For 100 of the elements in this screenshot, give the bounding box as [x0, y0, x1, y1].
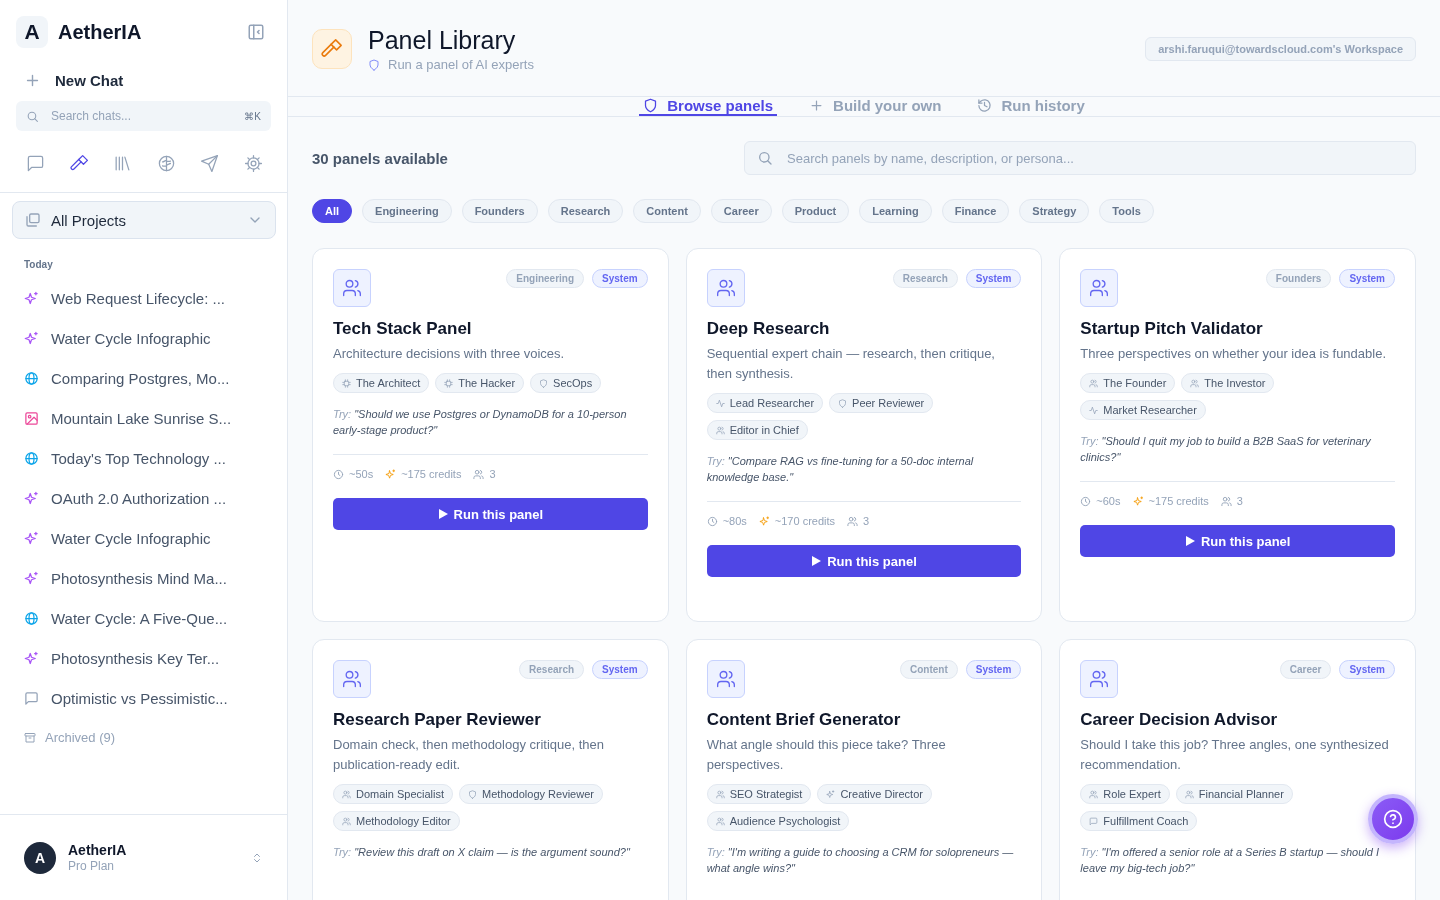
panel-description: Sequential expert chain — research, then critique, then synthesis.: [706, 345, 996, 383]
duration-label: ~60s: [1096, 495, 1121, 507]
shield-icon: [539, 378, 549, 388]
chat-item[interactable]: Comparing Postgres, Mo...: [0, 358, 287, 398]
avatar: A: [24, 841, 56, 874]
chat-item[interactable]: Water Cycle Infographic: [0, 518, 287, 558]
globe-icon: [24, 370, 39, 386]
search-icon: [757, 150, 773, 166]
run-panel-button[interactable]: Run this panel: [706, 545, 1022, 577]
chat-item[interactable]: Mountain Lake Sunrise S...: [0, 398, 287, 438]
credits-label: ~175 credits: [1148, 495, 1209, 507]
panel-description: Three perspectives on whether your idea is fundable.: [1080, 345, 1387, 363]
nav-icon-button[interactable]: [200, 153, 220, 173]
paper-plane-icon: [200, 153, 220, 173]
page-subtitle: Run a panel of AI experts: [388, 57, 534, 72]
users-icon: [706, 660, 745, 698]
sidebar-toggle-button[interactable]: [247, 23, 265, 41]
chat-item[interactable]: Optimistic vs Pessimistic...: [0, 678, 287, 718]
filter-chip[interactable]: Tools: [1099, 199, 1154, 223]
system-tag: System: [965, 660, 1022, 679]
users-icon: [715, 816, 725, 826]
persona-name: The Founder: [1103, 377, 1167, 389]
project-selector[interactable]: All Projects: [12, 201, 276, 239]
run-panel-button[interactable]: Run this panel: [1080, 525, 1395, 557]
category-tag: Career: [1279, 660, 1332, 679]
users-icon: [847, 515, 859, 527]
panel-title: Research Paper Reviewer: [333, 710, 542, 730]
persona-name: Creative Director: [840, 788, 923, 800]
persona-name: The Architect: [356, 377, 421, 389]
example-prompt: Try: "Should I quit my job to build a B2B SaaS for veterinary clinics?": [1080, 434, 1372, 465]
plus-icon: [24, 72, 41, 89]
image-icon: [24, 410, 39, 426]
sparkle-icon: [24, 490, 39, 506]
chat-item[interactable]: Photosynthesis Key Ter...: [0, 638, 287, 678]
new-chat-button[interactable]: New Chat: [24, 72, 271, 89]
run-panel-button[interactable]: Run this panel: [333, 498, 648, 530]
filter-chip[interactable]: Strategy: [1019, 199, 1090, 223]
member-count: 3: [863, 515, 870, 527]
persona-name: Audience Psychologist: [729, 815, 841, 827]
chat-item[interactable]: Today's Top Technology ...: [0, 438, 287, 478]
persona-name: The Hacker: [458, 377, 516, 389]
filter-chip[interactable]: Product: [781, 199, 850, 223]
system-tag: System: [1339, 660, 1395, 679]
system-tag: System: [592, 660, 648, 679]
chat-item[interactable]: Web Request Lifecycle: ...: [0, 278, 287, 318]
chat-item[interactable]: Water Cycle: A Five-Que...: [0, 598, 287, 638]
shield-icon: [368, 58, 380, 71]
users-icon: [1089, 789, 1099, 799]
users-icon: [333, 269, 371, 307]
hammer-icon: [69, 153, 89, 173]
persona-name: Market Researcher: [1103, 404, 1197, 416]
filter-chip[interactable]: Research: [547, 199, 624, 223]
tab[interactable]: Browse panels: [639, 97, 778, 116]
category-tag: Content: [899, 660, 958, 679]
search-input[interactable]: Search chats...: [49, 101, 235, 131]
nav-icon-button[interactable]: [156, 153, 176, 173]
users-icon: [1184, 789, 1194, 799]
shortcut-hint: ⌘K: [244, 110, 261, 122]
users-icon: [333, 660, 371, 698]
panel-count: 30 panels available: [312, 149, 448, 167]
persona-name: SecOps: [553, 377, 593, 389]
credits-label: ~170 credits: [774, 515, 836, 527]
users-icon: [706, 269, 745, 307]
search-icon: [26, 109, 39, 123]
users-icon: [1080, 269, 1119, 307]
section-label: Today: [24, 259, 54, 270]
filter-chip[interactable]: Founders: [461, 199, 538, 223]
filter-chip[interactable]: Career: [710, 199, 772, 223]
chip-icon: [444, 378, 454, 388]
panel-title: Career Decision Advisor: [1080, 710, 1279, 730]
credits-label: ~175 credits: [401, 468, 462, 480]
shield-icon: [643, 98, 659, 113]
chat-bubble-icon: [24, 690, 39, 706]
filter-chip[interactable]: All: [312, 199, 353, 223]
users-icon: [1220, 495, 1232, 507]
panel-title: Startup Pitch Validator: [1080, 319, 1264, 339]
nav-icon-button[interactable]: [69, 153, 89, 173]
persona-name: Role Expert: [1103, 788, 1161, 800]
shield-icon: [838, 398, 848, 408]
chat-bubble-icon: [1089, 816, 1099, 826]
chat-item[interactable]: Water Cycle Infographic: [0, 318, 287, 358]
chat-item[interactable]: Photosynthesis Mind Ma...: [0, 558, 287, 598]
search-field[interactable]: Search chats... ⌘K: [16, 101, 271, 131]
sparkle-icon: [1132, 495, 1144, 507]
filter-chip[interactable]: Finance: [941, 199, 1010, 223]
filter-chip[interactable]: Engineering: [362, 199, 452, 223]
nav-icon-button[interactable]: [26, 153, 45, 173]
persona-name: Fulfillment Coach: [1103, 815, 1189, 827]
filter-chip[interactable]: Content: [633, 199, 701, 223]
chat-item[interactable]: OAuth 2.0 Authorization ...: [0, 478, 287, 518]
example-prompt: Try: "I'm offered a senior role at a Series B startup — should I leave my big-tech job?": [1080, 845, 1380, 876]
filter-chip[interactable]: Learning: [859, 199, 932, 223]
play-icon: [811, 556, 822, 566]
workspace-badge: arshi.faruqui@towardscloud.com's Workspace: [1145, 37, 1416, 61]
example-prompt: Try: "Compare RAG vs fine-tuning for a 50-doc internal knowledge base.": [706, 454, 975, 485]
member-count: 3: [1236, 495, 1243, 507]
users-icon: [342, 816, 351, 826]
panel-title: Tech Stack Panel: [333, 319, 473, 339]
nav-icon-button[interactable]: [243, 153, 263, 173]
history-icon: [977, 98, 993, 113]
